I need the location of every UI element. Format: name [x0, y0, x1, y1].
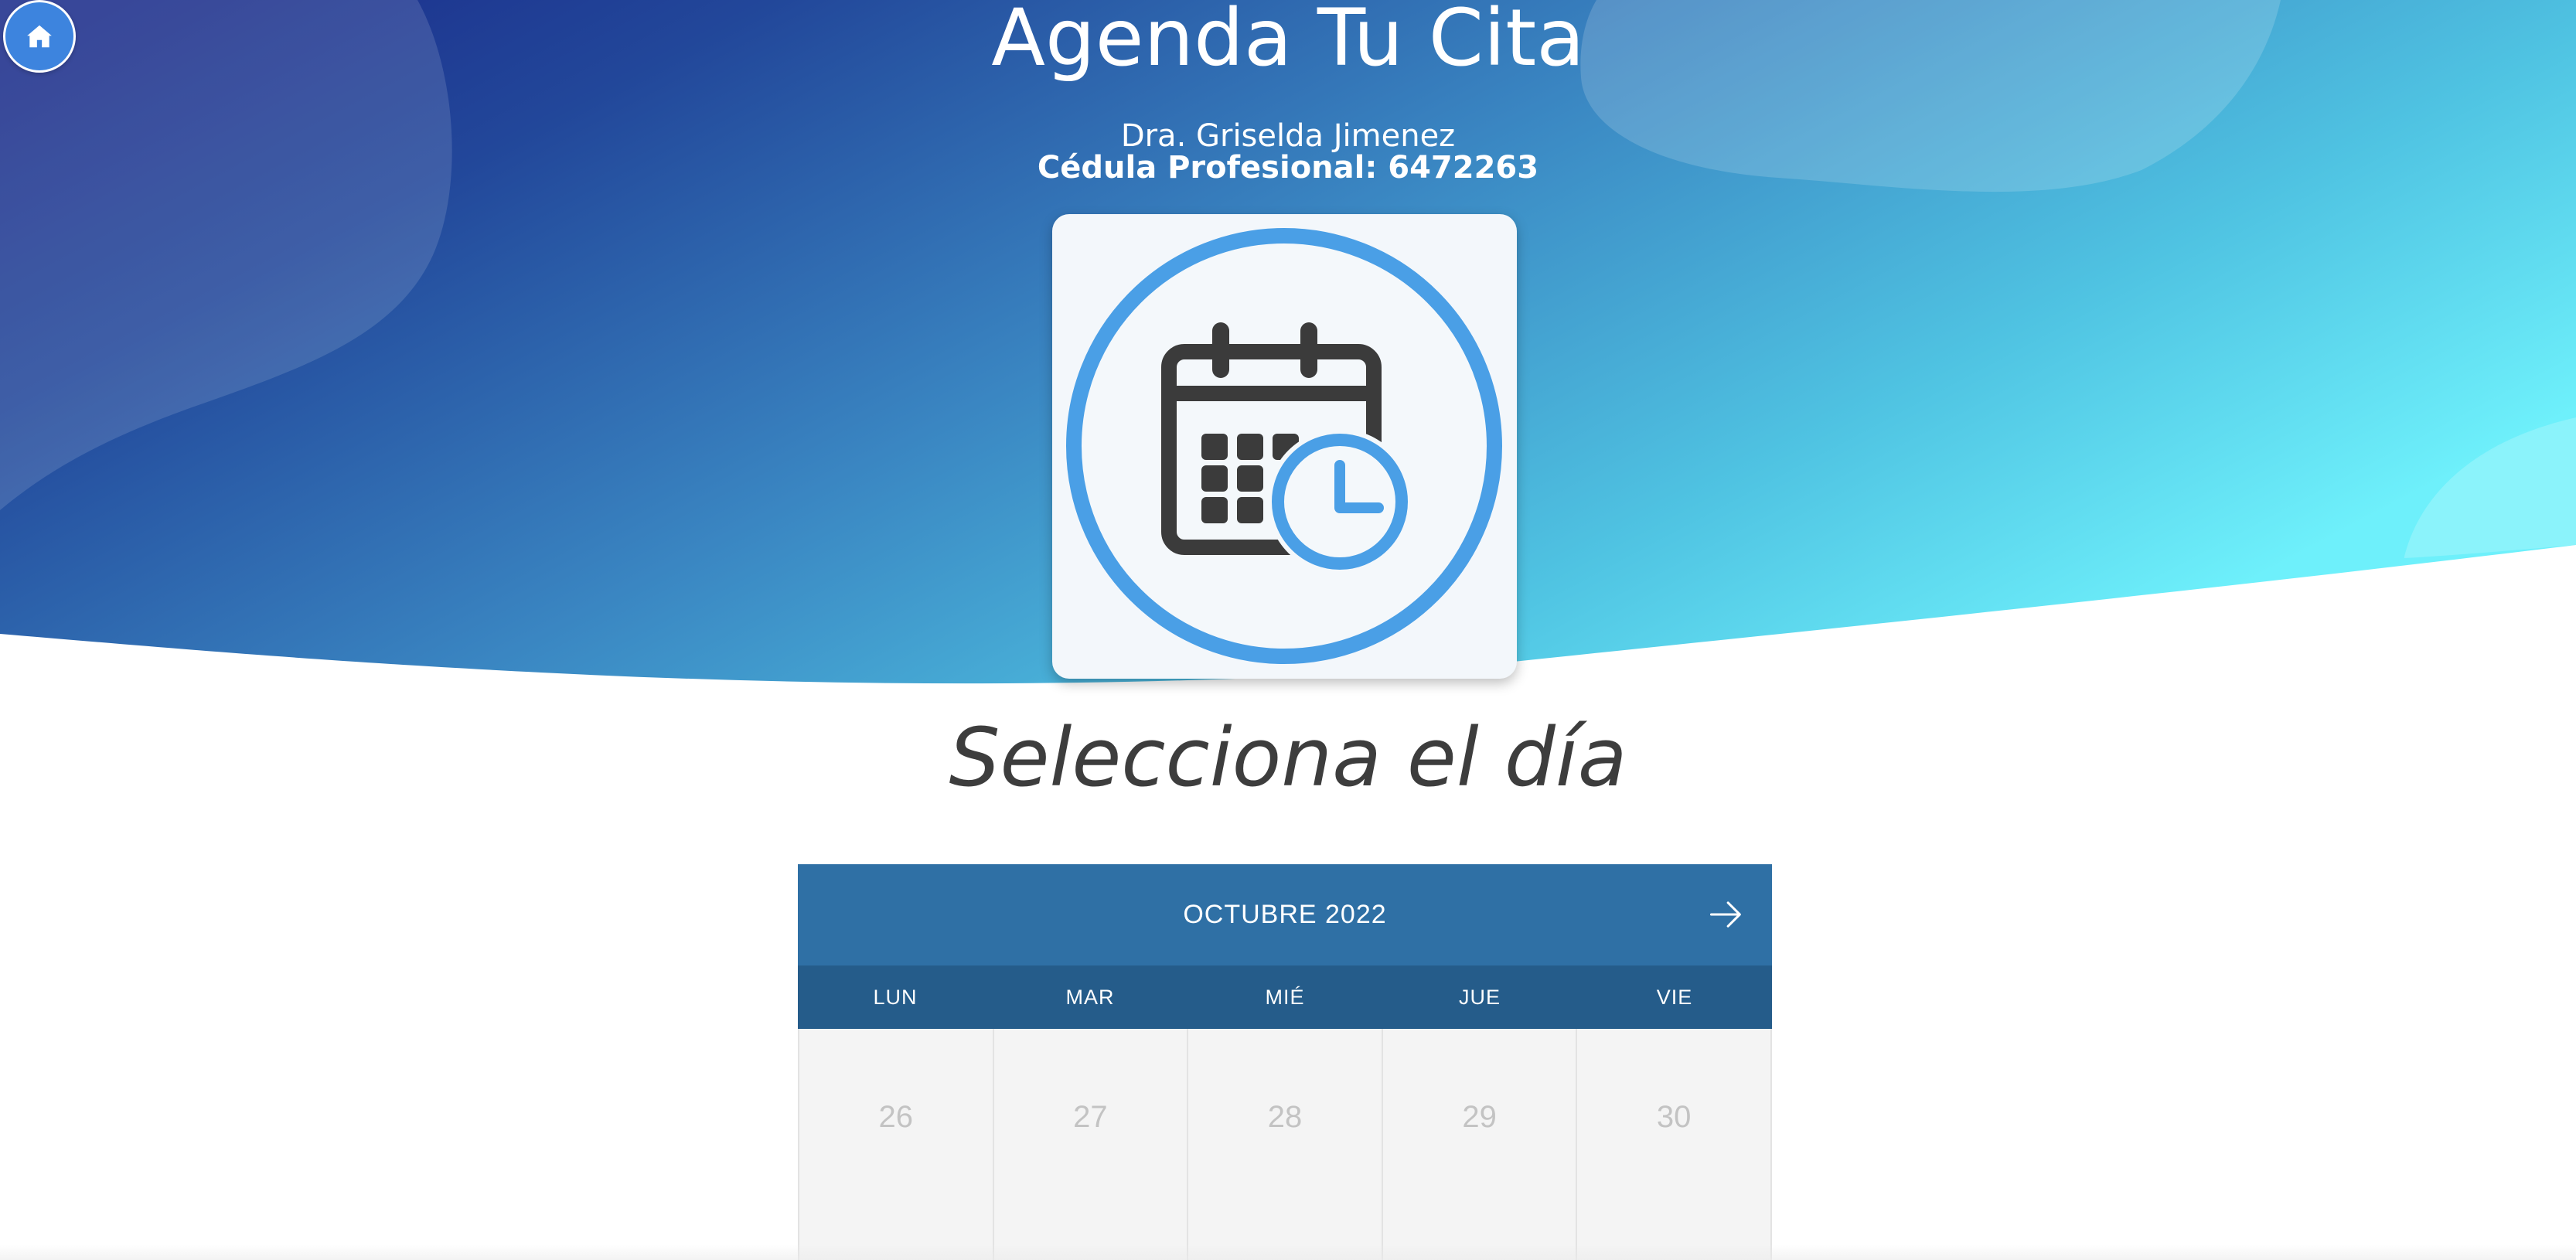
calendar-day[interactable]: 28 — [1187, 1029, 1382, 1260]
calendar-day[interactable]: 29 — [1381, 1029, 1576, 1260]
weekday-label: VIE — [1656, 985, 1693, 1009]
calendar-day[interactable]: 26 — [798, 1029, 993, 1260]
cedula-profesional: Cédula Profesional: 6472263 — [1037, 150, 1539, 186]
bottom-shadow — [0, 1245, 2576, 1260]
calendar-month-label: OCTUBRE 2022 — [1183, 900, 1387, 929]
arrow-right-icon — [1709, 901, 1741, 928]
logo-card — [1052, 214, 1517, 679]
calendar: OCTUBRE 2022 LUN MAR MIÉ JUE VIE 26 27 2… — [798, 864, 1772, 1260]
weekday-label: MAR — [1065, 985, 1115, 1009]
page-title: Agenda Tu Cita — [991, 0, 1585, 84]
calendar-header: OCTUBRE 2022 — [798, 864, 1772, 965]
calendar-day[interactable]: 27 — [992, 1029, 1187, 1260]
weekday-label: LUN — [873, 985, 918, 1009]
weekday-label: MIÉ — [1265, 985, 1305, 1009]
calendar-days-row: 26 27 28 29 30 — [798, 1029, 1772, 1260]
section-title: Selecciona el día — [949, 710, 1627, 805]
calendar-clock-icon — [1066, 228, 1502, 664]
page: Agenda Tu Cita Dra. Griselda Jimenez Céd… — [0, 0, 2576, 1260]
weekday-label: JUE — [1458, 985, 1501, 1009]
next-month-button[interactable] — [1702, 891, 1750, 938]
calendar-day[interactable]: 30 — [1576, 1029, 1772, 1260]
calendar-weekdays: LUN MAR MIÉ JUE VIE — [798, 965, 1772, 1029]
